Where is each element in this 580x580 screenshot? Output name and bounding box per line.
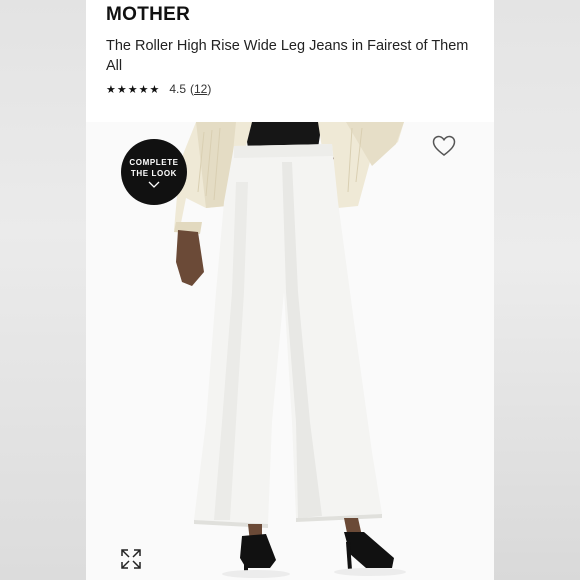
blurred-background-left [0,0,86,580]
complete-the-look-label-line2: THE LOOK [130,168,178,178]
rating-score: 4.5 [169,82,186,96]
product-card: MOTHER The Roller High Rise Wide Leg Jea… [86,0,494,580]
blurred-background-right [494,0,580,580]
expand-icon[interactable] [120,548,142,570]
chevron-down-icon [148,181,160,188]
product-image[interactable]: COMPLETE THE LOOK [86,122,494,580]
product-title: The Roller High Rise Wide Leg Jeans in F… [106,38,469,74]
complete-the-look-label-line1: COMPLETE [129,157,179,167]
star-rating-icons: ★★★★★ [106,83,161,96]
heart-icon[interactable] [432,135,456,157]
brand-name[interactable]: MOTHER [106,4,190,26]
review-count[interactable]: 12 [194,82,207,96]
product-rating: ★★★★★ 4.5 (12) [106,82,211,96]
review-count-link[interactable]: (12) [190,82,211,96]
review-count-close: ) [207,82,212,96]
complete-the-look-button[interactable]: COMPLETE THE LOOK [121,139,187,205]
